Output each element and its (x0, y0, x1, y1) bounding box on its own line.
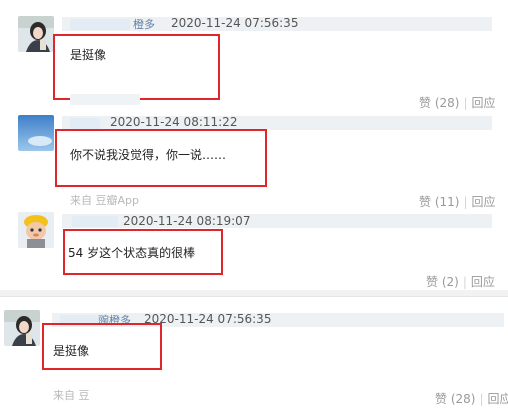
user-avatar[interactable] (18, 115, 54, 151)
comment-actions: 赞 (11) | 回应 (419, 195, 496, 209)
highlight-box (42, 323, 162, 370)
user-avatar[interactable] (4, 310, 40, 346)
like-button[interactable]: 赞 (28) (419, 96, 459, 110)
reply-button[interactable]: 回应 (471, 275, 495, 289)
avatar-blue-sky-icon (18, 115, 54, 151)
username-redacted (70, 118, 100, 129)
username-redacted (72, 216, 118, 227)
comment-time: 2020-11-24 07:56:35 (144, 312, 272, 326)
reply-button[interactable]: 回应 (472, 195, 496, 209)
comment-actions: 赞 (28) | 回应 (435, 390, 508, 407)
avatar-cartoon-doll-icon (18, 212, 54, 248)
like-button[interactable]: 赞 (2) (426, 275, 459, 289)
comment-username[interactable]: 橙多 (133, 16, 155, 32)
avatar-woman-icon (18, 16, 54, 52)
user-avatar[interactable] (18, 16, 54, 52)
source-redacted (70, 94, 140, 105)
comment-time: 2020-11-24 07:56:35 (171, 16, 299, 30)
like-button[interactable]: 赞 (28) (435, 392, 475, 406)
comment-list-bottom: 豌橙多 2020-11-24 07:56:35 是挺像 来自 豆 赞 (28) |… (0, 296, 508, 408)
comment-source: 来自 豆 (53, 389, 90, 402)
avatar-woman-icon (4, 310, 40, 346)
comment-source: 来自 豆瓣App (70, 194, 139, 207)
highlight-box (53, 34, 220, 100)
comment-actions: 赞 (2) | 回应 (426, 275, 495, 289)
comment-actions: 赞 (28) | 回应 (419, 96, 496, 110)
comment-time: 2020-11-24 08:19:07 (123, 214, 251, 228)
comment-list-top: 橙多 2020-11-24 07:56:35 是挺像 赞 (28) | 回应 2… (0, 0, 508, 290)
username-redacted (70, 19, 130, 30)
like-button[interactable]: 赞 (11) (419, 195, 459, 209)
user-avatar[interactable] (18, 212, 54, 248)
highlight-box (63, 229, 223, 275)
highlight-box (55, 129, 267, 187)
comment-time: 2020-11-24 08:11:22 (110, 115, 238, 129)
reply-button[interactable]: 回应 (488, 392, 508, 406)
reply-button[interactable]: 回应 (472, 96, 496, 110)
